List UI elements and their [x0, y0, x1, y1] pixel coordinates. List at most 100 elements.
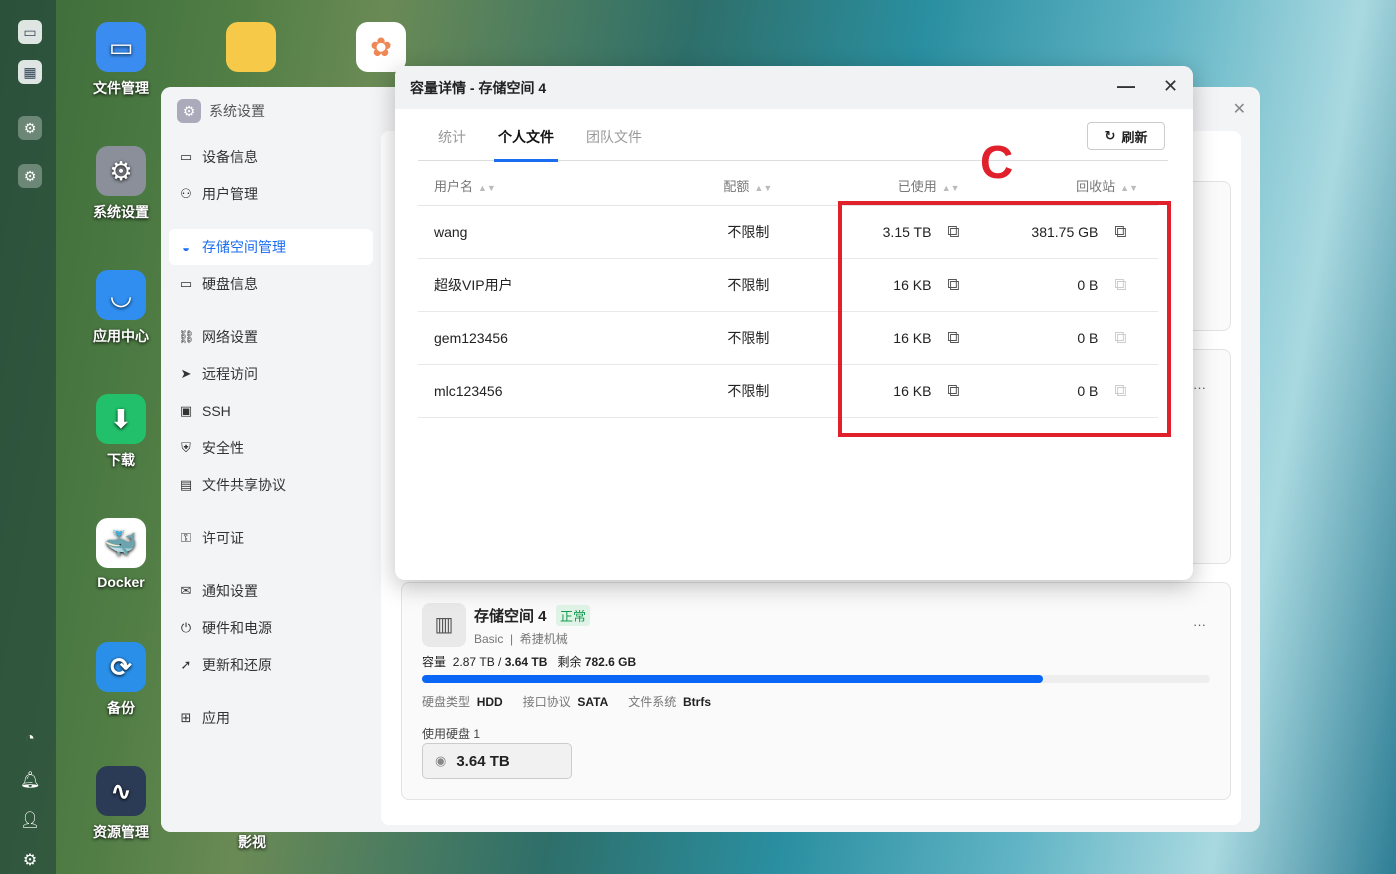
desktop-icon[interactable]: 🐳 Docker: [81, 518, 161, 590]
sidebar-item[interactable]: ✉ 通知设置: [169, 573, 373, 609]
more-icon[interactable]: ···: [1193, 380, 1206, 395]
activity-icon[interactable]: ◔: [20, 730, 40, 750]
sidebar-item-label: 硬盘信息: [202, 276, 258, 292]
sidebar-item-label: 安全性: [202, 440, 244, 456]
used-value: 2.87 TB: [452, 655, 495, 669]
close-icon[interactable]: ✕: [1233, 99, 1246, 119]
app-icon: ◡: [96, 270, 146, 320]
nav-icon: ▣: [179, 403, 193, 418]
app-icon: ⟳: [96, 642, 146, 692]
desktop-icon-label: 备份: [107, 700, 135, 716]
sidebar-item[interactable]: ➤ 远程访问: [169, 356, 373, 392]
pool-brand: 希捷机械: [519, 632, 568, 646]
gear-icon[interactable]: ⚙: [20, 850, 40, 870]
quota: 不限制: [715, 258, 833, 312]
nav-icon: ▭: [179, 276, 193, 291]
sidebar-item-label: 文件共享协议: [202, 477, 286, 493]
nav-icon: ▤: [179, 477, 193, 492]
tab-statistics[interactable]: 统计: [438, 127, 466, 147]
sidebar-item[interactable]: ⚿ 许可证: [169, 520, 373, 556]
nav-icon: ✉: [180, 583, 192, 598]
apps-icon[interactable]: ▦: [18, 60, 42, 84]
sidebar-item[interactable]: ➚ 更新和还原: [169, 647, 373, 683]
tab-personal-files[interactable]: 个人文件: [494, 127, 558, 162]
desktop-icon-video[interactable]: 影视: [212, 832, 292, 852]
desktop-icon-label: 下载: [107, 452, 135, 468]
desktop-icon[interactable]: ⟳ 备份: [81, 642, 161, 718]
nav-icon: ▭: [179, 149, 193, 164]
storage-pool-card: ▥ 存储空间 4 正常 Basic | 希捷机械 ··· 容量 2.87 TB …: [401, 582, 1231, 800]
dialog-title: 容量详情 - 存储空间 4: [410, 79, 547, 96]
annotation-box: [838, 201, 1171, 437]
hdd-icon: ◉: [435, 753, 447, 768]
user-icon[interactable]: 👤︎: [20, 810, 40, 830]
capacity-label: 容量: [422, 655, 447, 669]
disks-label: 使用硬盘 1: [422, 727, 481, 741]
nav-icon: ◒: [182, 239, 190, 255]
sidebar-item[interactable]: ▭ 设备信息: [169, 139, 373, 175]
sidebar-item-label: 远程访问: [202, 366, 258, 382]
tab-team-files[interactable]: 团队文件: [586, 127, 642, 147]
more-icon[interactable]: ···: [1193, 617, 1206, 632]
disk-chip[interactable]: ◉ 3.64 TB: [422, 743, 572, 779]
sidebar-item[interactable]: ⚇ 用户管理: [169, 176, 373, 212]
fs: Btrfs: [682, 695, 711, 709]
sidebar-item[interactable]: ⏻ 硬件和电源: [169, 610, 373, 646]
sidebar-item[interactable]: ◒ 存储空间管理: [169, 229, 373, 265]
dock: ▭ ▦ ⚙ ⚙ ◔ 🔔︎ 👤︎ ⚙: [0, 0, 56, 874]
refresh-icon: ↻: [1104, 128, 1116, 143]
sidebar-item-label: 许可证: [202, 530, 244, 546]
sidebar-item-label: 设备信息: [202, 149, 258, 165]
settings-sidebar: ⚙ 系统设置 ▭ 设备信息 ⚇ 用户管理 ◒ 存储空间管理 ▭ 硬盘信息 ⛓ 网络设置 ➤ 远程访问 ▣ S…: [161, 87, 381, 832]
monitor-icon[interactable]: ▭: [18, 20, 42, 44]
nav-icon: ⛨: [181, 440, 191, 455]
col-label: 回收站: [1076, 179, 1116, 195]
quota: 不限制: [715, 205, 833, 259]
desktop-icon-label: Docker: [97, 574, 145, 590]
sort-icon: ▲▼: [1120, 183, 1138, 194]
sidebar-item[interactable]: ⛨ 安全性: [169, 430, 373, 466]
desktop-icon[interactable]: ⚙ 系统设置: [81, 146, 161, 222]
sidebar-item[interactable]: ▤ 文件共享协议: [169, 467, 373, 503]
window-title: 系统设置: [209, 103, 265, 119]
col-used[interactable]: 已使用 ▲▼: [832, 167, 960, 206]
disk-size: 3.64 TB: [456, 752, 510, 770]
nav-icon: ➚: [180, 657, 192, 672]
sidebar-item[interactable]: ⛓ 网络设置: [169, 319, 373, 355]
col-quota[interactable]: 配额 ▲▼: [715, 167, 833, 206]
sidebar-item[interactable]: ⊞ 应用: [169, 700, 373, 736]
minimize-icon[interactable]: —: [1117, 76, 1135, 97]
close-icon[interactable]: ✕: [1163, 76, 1178, 97]
disk-type: HDD: [476, 695, 503, 709]
settings-icon[interactable]: ⚙: [18, 116, 42, 140]
sort-icon: ▲▼: [478, 183, 496, 194]
desktop-icon[interactable]: ⬇ 下载: [81, 394, 161, 470]
desktop-icon[interactable]: ∿ 资源管理: [81, 766, 161, 842]
col-username[interactable]: 用户名 ▲▼: [418, 167, 716, 206]
sidebar-item-label: 应用: [202, 710, 230, 726]
bell-icon[interactable]: 🔔︎: [20, 770, 40, 790]
desktop-icon[interactable]: ▭ 文件管理: [81, 22, 161, 98]
desktop-icon-label: 应用中心: [93, 328, 149, 344]
col-label: 已使用: [897, 179, 937, 195]
pool-name: 存储空间 4: [474, 608, 547, 625]
free-value: 782.6 GB: [584, 655, 637, 669]
refresh-label: 刷新: [1121, 129, 1148, 145]
refresh-button[interactable]: ↻ 刷新: [1087, 122, 1165, 150]
settings-icon[interactable]: ⚙: [18, 164, 42, 188]
sidebar-item-label: 通知设置: [202, 583, 258, 599]
photos-app-icon[interactable]: ✿: [356, 22, 406, 72]
fs-label: 文件系统: [628, 695, 677, 709]
nav-icon: ➤: [180, 366, 192, 381]
capacity-bar-fill: [422, 675, 1043, 683]
sidebar-item-label: SSH: [202, 403, 231, 419]
iface: SATA: [577, 695, 609, 709]
desktop-icon-label: 系统设置: [93, 204, 149, 220]
desktop-icon[interactable]: ◡ 应用中心: [81, 270, 161, 346]
sidebar-item-label: 更新和还原: [202, 657, 272, 673]
iface-label: 接口协议: [522, 695, 571, 709]
sidebar-item-label: 网络设置: [202, 329, 258, 345]
notes-app-icon[interactable]: [226, 22, 276, 72]
sidebar-item[interactable]: ▣ SSH: [169, 393, 373, 429]
sidebar-item[interactable]: ▭ 硬盘信息: [169, 266, 373, 302]
